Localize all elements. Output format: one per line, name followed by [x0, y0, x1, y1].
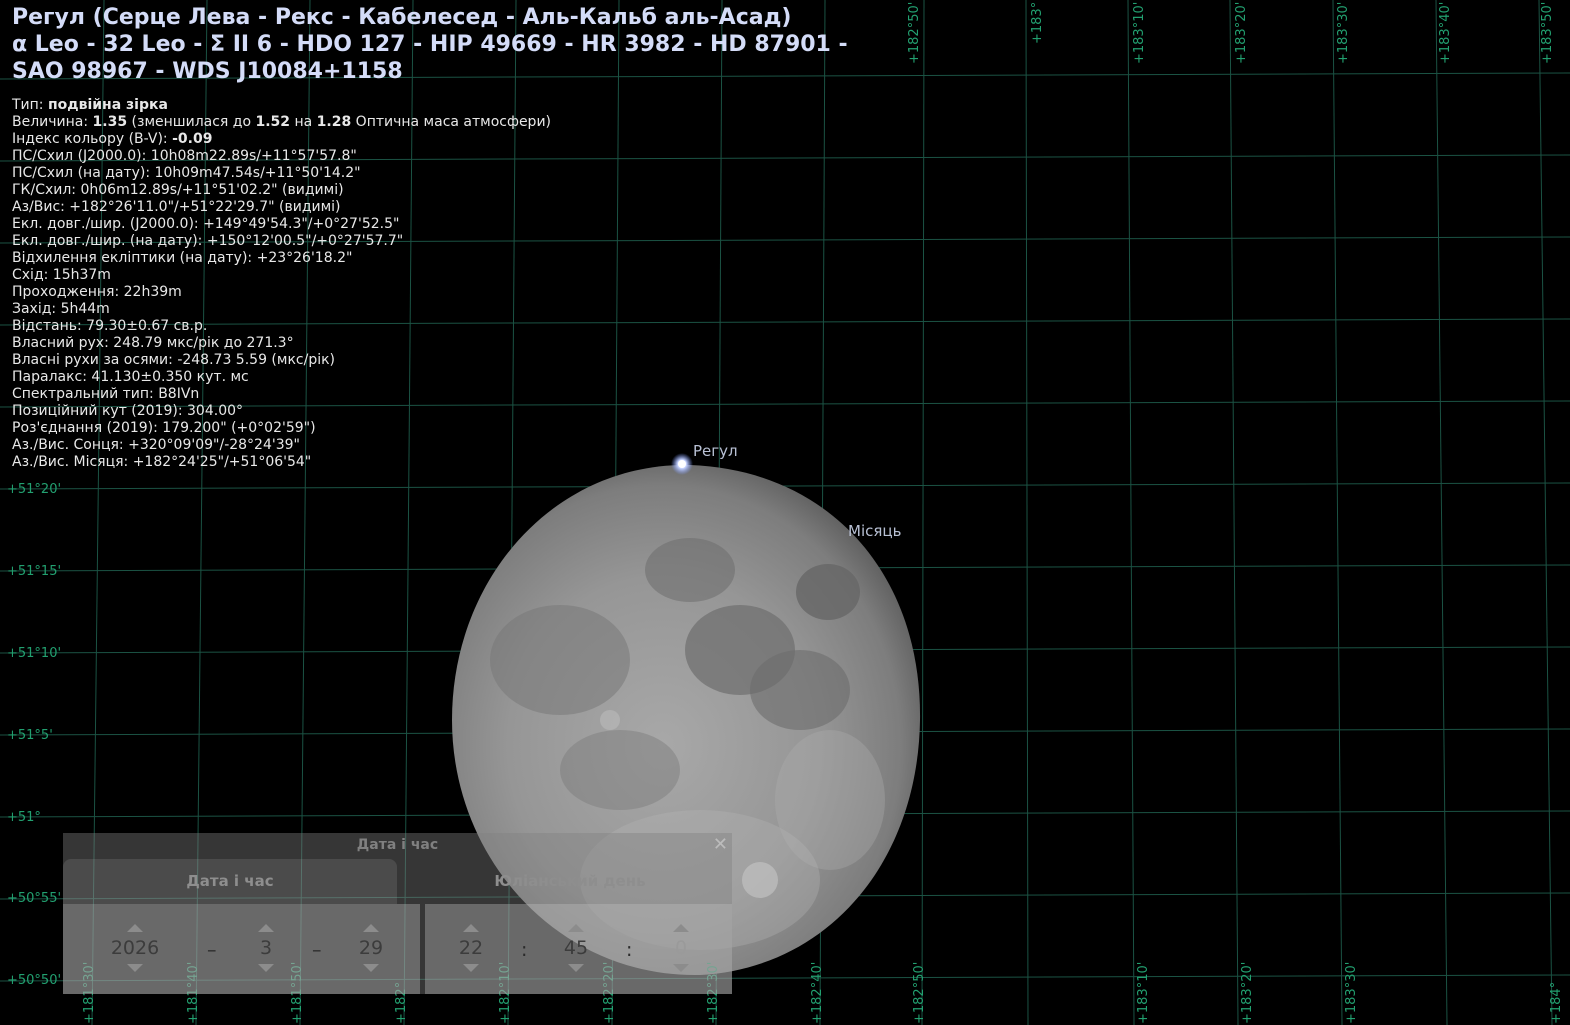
grid-az-label: +183°30'	[1336, 1, 1351, 64]
grid-az-label: +184°	[1549, 981, 1564, 1024]
info-line: Екл. довг./шир. (на дату): +150°12'00.5"…	[12, 233, 404, 249]
grid-az-label: +182°50'	[912, 961, 927, 1024]
grid-alt-label: +51°20'	[7, 482, 62, 497]
grid-alt-label: +50°55'	[7, 891, 62, 906]
dialog-title[interactable]: Дата і час	[63, 833, 732, 857]
info-line: Паралакс: 41.130±0.350 кут. мс	[12, 369, 249, 385]
month-spinbox[interactable]: 3	[236, 904, 296, 994]
grid-az-label: +183°	[1030, 1, 1045, 44]
info-line: Роз'єднання (2019): 179.200" (+0°02'59")	[12, 420, 316, 436]
month-decrement-icon[interactable]	[258, 964, 274, 972]
minute-spinbox[interactable]: 45	[546, 904, 606, 994]
info-line: Екл. довг./шир. (J2000.0): +149°49'54.3"…	[12, 216, 400, 232]
time-panel: 22 : 45 : 0	[425, 904, 732, 994]
info-line: Захід: 5h44m	[12, 301, 110, 317]
grid-az-label: +183°10'	[1136, 961, 1151, 1024]
year-decrement-icon[interactable]	[127, 964, 143, 972]
day-value[interactable]: 29	[341, 937, 401, 959]
day-spinbox[interactable]: 29	[341, 904, 401, 994]
date-separator: –	[312, 939, 322, 961]
hour-increment-icon[interactable]	[463, 924, 479, 932]
info-line: Аз/Вис: +182°26'11.0"/+51°22'29.7" (види…	[12, 199, 341, 215]
info-line: Аз./Вис. Сонця: +320°09'09"/-28°24'39"	[12, 437, 300, 453]
info-line: Відхилення екліптики (на дату): +23°26'1…	[12, 250, 353, 266]
second-increment-icon[interactable]	[673, 924, 689, 932]
hour-spinbox[interactable]: 22	[441, 904, 501, 994]
grid-az-label: +183°30'	[1344, 961, 1359, 1024]
month-value[interactable]: 3	[236, 937, 296, 959]
year-increment-icon[interactable]	[127, 924, 143, 932]
grid-alt-label: +51°10'	[7, 646, 62, 661]
info-line: ГК/Схил: 0h06m12.89s/+11°51'02.2" (видим…	[12, 182, 344, 198]
info-line: Аз./Вис. Місяця: +182°24'25"/+51°06'54"	[12, 454, 312, 470]
month-increment-icon[interactable]	[258, 924, 274, 932]
info-line: Власний рух: 248.79 мкс/рік до 271.3°	[12, 335, 294, 351]
object-info-panel: Тип: подвійна зірка Величина: 1.35 (змен…	[12, 97, 551, 471]
grid-az-label: +183°20'	[1240, 961, 1255, 1024]
day-decrement-icon[interactable]	[363, 964, 379, 972]
second-value[interactable]: 0	[651, 937, 711, 959]
info-line: Позиційний кут (2019): 304.00°	[12, 403, 244, 419]
second-spinbox[interactable]: 0	[651, 904, 711, 994]
minute-value[interactable]: 45	[546, 937, 606, 959]
grid-alt-label: +50°50'	[7, 973, 62, 988]
grid-alt-label: +51°	[7, 810, 41, 825]
regulus-star[interactable]	[671, 453, 693, 475]
regulus-label[interactable]: Регул	[693, 442, 738, 460]
grid-az-label: +183°50'	[1540, 1, 1555, 64]
grid-az-label: +183°40'	[1438, 1, 1453, 64]
minute-decrement-icon[interactable]	[568, 964, 584, 972]
info-line: ПС/Схил (J2000.0): 10h08m22.89s/+11°57'5…	[12, 148, 357, 164]
year-value[interactable]: 2026	[95, 937, 175, 959]
time-separator: :	[521, 939, 528, 961]
year-spinbox[interactable]: 2026	[95, 904, 175, 994]
info-line: Спектральний тип: B8IVn	[12, 386, 200, 402]
minute-increment-icon[interactable]	[568, 924, 584, 932]
day-increment-icon[interactable]	[363, 924, 379, 932]
tab-date-time[interactable]: Дата і час	[63, 859, 397, 904]
grid-alt-label: +51°15'	[7, 564, 62, 579]
grid-az-label: +183°20'	[1234, 1, 1249, 64]
info-color-index: Індекс кольору (B-V): -0.09	[12, 131, 213, 147]
info-line: Відстань: 79.30±0.67 св.р.	[12, 318, 208, 334]
hour-value[interactable]: 22	[441, 937, 501, 959]
time-separator: :	[626, 939, 633, 961]
tab-julian-day[interactable]: Юліанський день	[408, 859, 732, 904]
grid-az-label: +183°10'	[1132, 1, 1147, 64]
date-separator: –	[207, 939, 217, 961]
object-title: Регул (Серце Лева - Рекс - Кабелесед - А…	[12, 5, 848, 84]
date-panel: 2026 – 3 – 29	[63, 904, 420, 994]
second-decrement-icon[interactable]	[673, 964, 689, 972]
info-line: Власні рухи за осями: -248.73 5.59 (мкс/…	[12, 352, 336, 368]
info-line: Проходження: 22h39m	[12, 284, 182, 300]
info-line: ПС/Схил (на дату): 10h09m47.54s/+11°50'1…	[12, 165, 361, 181]
moon-label[interactable]: Місяць	[848, 522, 901, 540]
hour-decrement-icon[interactable]	[463, 964, 479, 972]
info-type: Тип: подвійна зірка	[12, 97, 168, 113]
grid-alt-label: +51°5'	[7, 728, 53, 743]
grid-az-label: +182°40'	[810, 961, 825, 1024]
close-icon[interactable]: ✕	[713, 834, 728, 855]
info-line: Схід: 15h37m	[12, 267, 111, 283]
date-time-dialog: Дата і час ✕ Дата і час Юліанський день …	[63, 833, 732, 994]
info-magnitude: Величина: 1.35 (зменшилася до 1.52 на 1.…	[12, 114, 552, 130]
